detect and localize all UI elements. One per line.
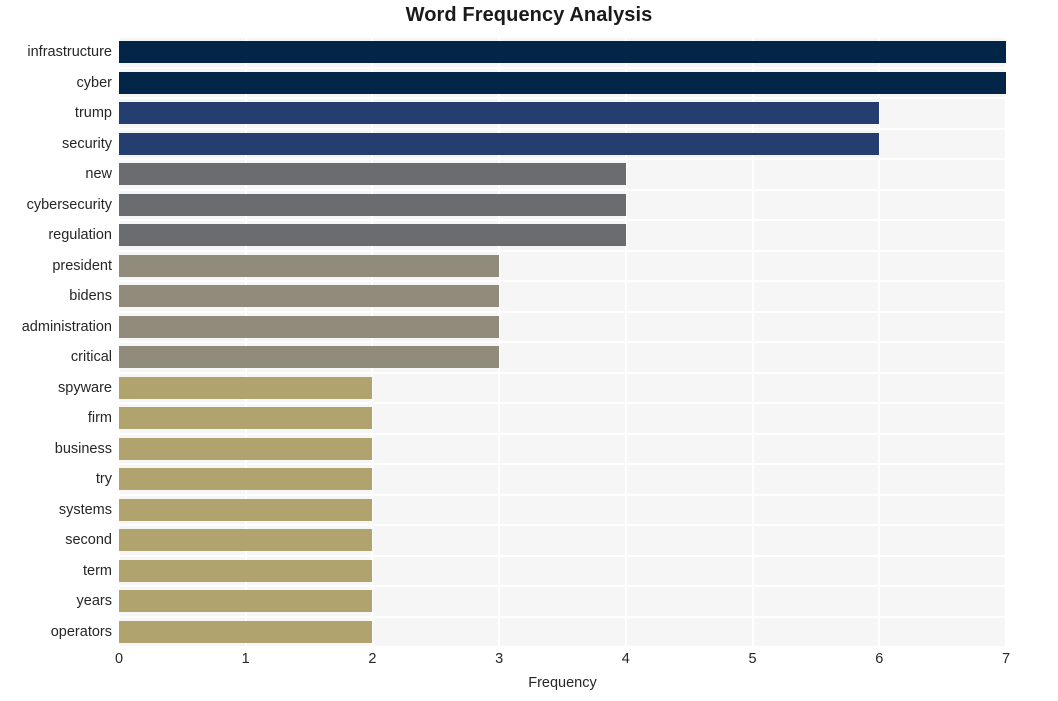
gridline-horizontal xyxy=(119,463,1006,465)
bar xyxy=(119,498,373,521)
y-axis-tick-label: business xyxy=(54,440,112,457)
x-axis-tick-label: 5 xyxy=(748,651,757,667)
y-axis-tick-label: trump xyxy=(74,105,112,122)
x-axis-tick-label: 6 xyxy=(875,651,884,667)
x-axis-tick-label: 4 xyxy=(621,651,630,667)
y-axis-tick-label: cyber xyxy=(76,74,112,91)
bar xyxy=(119,529,373,552)
bar xyxy=(119,41,1006,64)
bar xyxy=(119,71,1006,94)
bar xyxy=(119,590,373,613)
gridline-horizontal xyxy=(119,249,1006,252)
gridline-horizontal xyxy=(119,615,1006,618)
gridline-horizontal xyxy=(119,524,1006,526)
bar xyxy=(119,407,373,430)
bar xyxy=(119,254,500,277)
y-axis-tick-label: critical xyxy=(70,349,112,366)
bar xyxy=(119,559,373,582)
y-axis-tick-label: bidens xyxy=(69,288,112,305)
y-axis-tick-label: regulation xyxy=(48,227,112,244)
bar xyxy=(119,437,373,460)
y-axis-tick-label: spyware xyxy=(58,379,112,396)
bar xyxy=(119,468,373,491)
y-axis-tick-label: systems xyxy=(58,501,112,518)
bar xyxy=(119,163,626,186)
bar xyxy=(119,620,373,643)
gridline-horizontal xyxy=(119,371,1006,374)
gridline-horizontal xyxy=(119,554,1006,557)
bar xyxy=(119,376,373,399)
y-axis-tick-label: firm xyxy=(87,410,112,427)
x-axis-tick-label: 7 xyxy=(1001,651,1011,667)
bar xyxy=(119,315,500,338)
y-axis-tick-label: term xyxy=(83,562,112,579)
y-axis-tick-label: try xyxy=(95,471,112,488)
bar xyxy=(119,193,626,216)
gridline-horizontal xyxy=(119,493,1006,496)
y-axis-tick-label: operators xyxy=(50,623,112,640)
gridline-horizontal xyxy=(119,280,1006,282)
gridline-horizontal xyxy=(119,37,1006,38)
y-axis-tick-label: president xyxy=(52,257,112,274)
x-axis-title: Frequency xyxy=(528,675,597,691)
x-axis-tick-label: 3 xyxy=(495,651,504,667)
chart-title: Word Frequency Analysis xyxy=(405,4,653,26)
y-axis-tick-label: infrastructure xyxy=(27,44,112,61)
bar xyxy=(119,346,500,369)
word-frequency-chart-figure: Word Frequency Analysis infrastructure cy… xyxy=(0,0,1058,701)
gridline-horizontal xyxy=(119,341,1006,343)
gridline-horizontal xyxy=(119,188,1006,191)
bar xyxy=(119,285,500,308)
gridline-horizontal xyxy=(119,158,1006,160)
x-axis-tick-label: 2 xyxy=(368,651,377,667)
gridline-horizontal xyxy=(119,97,1006,99)
plot-area xyxy=(119,37,1006,647)
bar xyxy=(119,102,880,125)
y-axis-tick-label: cybersecurity xyxy=(26,196,112,213)
gridline-horizontal xyxy=(119,585,1006,587)
y-axis-tick-label: second xyxy=(65,532,112,549)
gridline-horizontal xyxy=(119,66,1006,69)
gridline-horizontal xyxy=(119,432,1006,435)
bar xyxy=(119,132,880,155)
gridline-horizontal xyxy=(119,310,1006,313)
gridline-horizontal xyxy=(119,219,1006,221)
y-axis-tick-label: administration xyxy=(21,318,112,335)
y-axis-tick-label: years xyxy=(76,593,112,610)
x-axis-tick-label: 1 xyxy=(241,651,250,667)
gridline-horizontal xyxy=(119,646,1006,647)
gridline-horizontal xyxy=(119,402,1006,404)
gridline-horizontal xyxy=(119,127,1006,130)
y-axis-tick-label: security xyxy=(62,135,112,152)
y-axis-tick-label: new xyxy=(85,166,112,183)
x-axis-tick-label: 0 xyxy=(114,651,124,667)
bar xyxy=(119,224,626,247)
